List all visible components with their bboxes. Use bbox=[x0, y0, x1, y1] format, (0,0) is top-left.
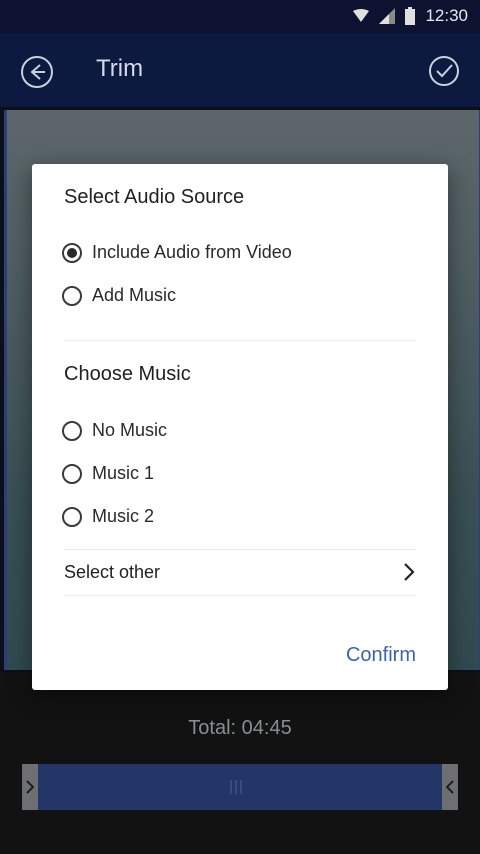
radio-unchecked-icon[interactable] bbox=[62, 463, 82, 484]
total-duration: Total: 04:45 bbox=[188, 717, 292, 739]
radio-label: No Music bbox=[92, 420, 168, 440]
radio-label: Add Music bbox=[92, 285, 177, 305]
battery-icon bbox=[405, 7, 416, 25]
page-title: Trim bbox=[96, 55, 144, 82]
timeline-panel bbox=[0, 672, 480, 854]
audio-dialog: Select Audio Source Include Audio from V… bbox=[32, 164, 448, 690]
radio-music-1[interactable]: Music 1 bbox=[62, 463, 154, 484]
trim-start-handle[interactable] bbox=[22, 764, 38, 810]
wifi-icon bbox=[353, 9, 370, 22]
select-other-row[interactable]: Select other bbox=[64, 550, 416, 594]
radio-no-music[interactable]: No Music bbox=[62, 420, 167, 441]
timeline-track[interactable] bbox=[22, 764, 458, 810]
status-time: 12:30 bbox=[425, 6, 468, 25]
check-icon[interactable] bbox=[428, 55, 460, 87]
chevron-left-icon bbox=[446, 780, 454, 794]
back-arrow-icon[interactable] bbox=[20, 55, 54, 89]
radio-unchecked-icon[interactable] bbox=[62, 506, 82, 527]
radio-include-audio[interactable]: Include Audio from Video bbox=[62, 242, 292, 263]
cell-signal-icon bbox=[379, 8, 396, 24]
status-bar: 12:30 bbox=[0, 0, 480, 33]
radio-checked-icon[interactable] bbox=[62, 242, 82, 263]
radio-music-2[interactable]: Music 2 bbox=[62, 506, 154, 527]
radio-add-music[interactable]: Add Music bbox=[62, 285, 176, 306]
radio-label: Music 1 bbox=[92, 463, 155, 483]
app-bar: Trim bbox=[0, 33, 480, 107]
divider bbox=[64, 595, 416, 596]
trim-end-handle[interactable] bbox=[442, 764, 458, 810]
status-icons: 12:30 bbox=[353, 6, 468, 26]
radio-unchecked-icon[interactable] bbox=[62, 285, 82, 306]
divider bbox=[64, 340, 416, 341]
radio-unchecked-icon[interactable] bbox=[62, 420, 82, 441]
chevron-right-icon bbox=[404, 563, 415, 581]
radio-label: Include Audio from Video bbox=[92, 242, 292, 262]
select-other-label: Select other bbox=[64, 561, 161, 582]
radio-label: Music 2 bbox=[92, 506, 155, 526]
confirm-button[interactable]: Confirm bbox=[346, 644, 416, 667]
chevron-right-icon bbox=[26, 780, 34, 794]
grip-icon[interactable] bbox=[230, 780, 242, 794]
audio-source-title: Select Audio Source bbox=[64, 186, 245, 208]
choose-music-title: Choose Music bbox=[64, 363, 191, 385]
